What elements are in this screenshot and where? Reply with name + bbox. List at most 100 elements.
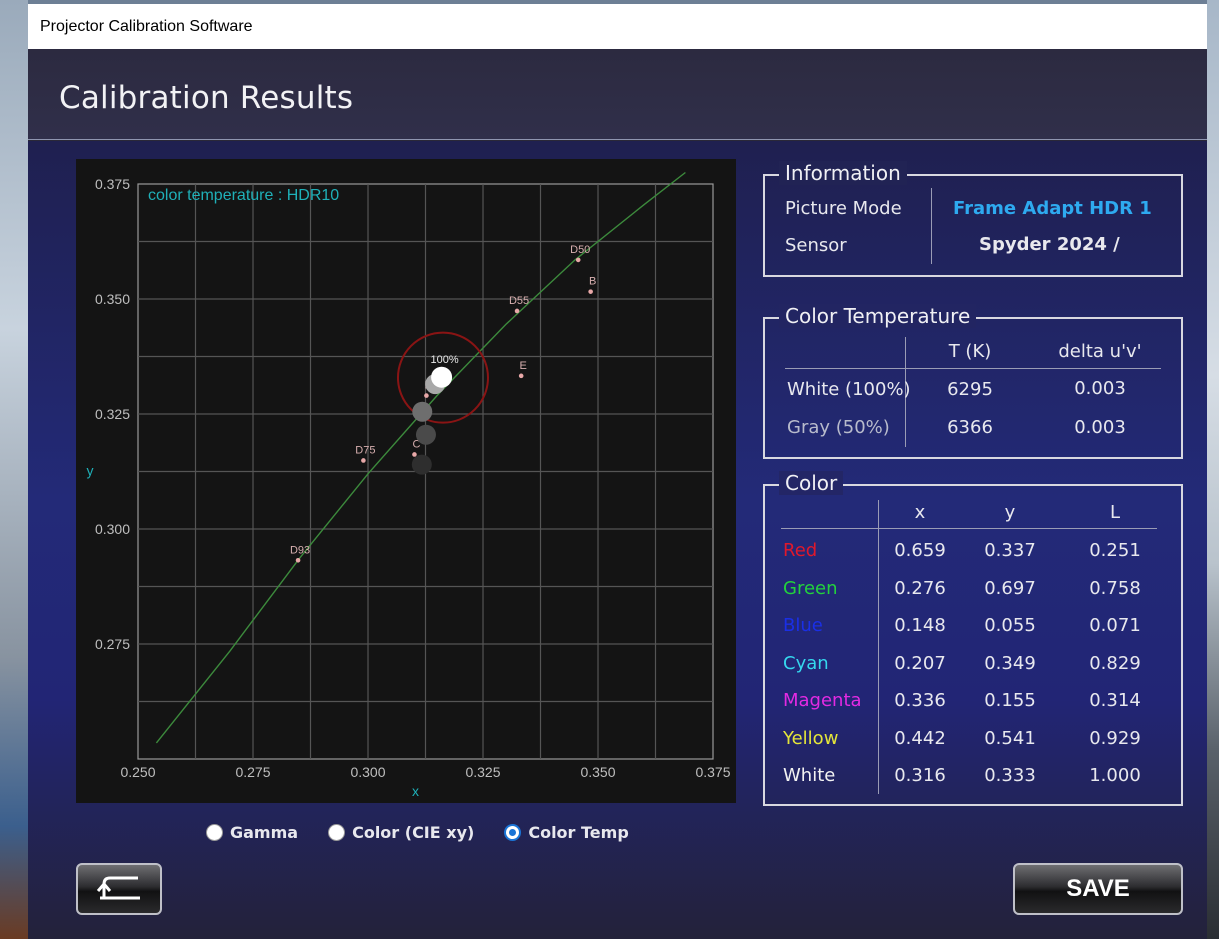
ct-row-t: 6295 <box>947 379 993 400</box>
y-tick-label: 0.300 <box>95 521 130 537</box>
measurement-point <box>431 366 453 388</box>
ct-row-label: White (100%) <box>787 379 911 400</box>
color-header-l: L <box>1109 502 1121 523</box>
reference-point-label: D55 <box>509 295 529 307</box>
radio-color-temp-indicator[interactable] <box>504 823 522 841</box>
x-tick-label: 0.250 <box>120 764 155 780</box>
desktop-background-right <box>1207 0 1219 939</box>
color-panel: Color x y L Red 0.659 0.337 0.251 Green 0.276… <box>763 471 1183 806</box>
color-row-label: Magenta <box>783 690 862 711</box>
color-temp-chart: 0.250 0.275 0.300 0.325 0.350 0.375 0.375 0.350… <box>76 159 736 803</box>
color-row-l: 1.000 <box>1089 765 1141 786</box>
color-row-y: 0.697 <box>984 577 1036 599</box>
ct-header-t: T (K) <box>948 341 992 362</box>
reference-point-label: D50 <box>570 244 590 256</box>
y-tick-label: 0.275 <box>95 636 130 652</box>
window-titlebar: Projector Calibration Software <box>28 4 1207 49</box>
window-title: Projector Calibration Software <box>40 18 253 35</box>
x-tick-label: 0.375 <box>695 764 730 780</box>
color-row-label: Cyan <box>783 652 829 674</box>
color-row-l: 0.929 <box>1089 727 1141 749</box>
color-row-label: Red <box>783 540 818 561</box>
radio-color-cie-xy-label: Color (CIE xy) <box>352 822 475 842</box>
page-title: Calibration Results <box>59 80 354 116</box>
radio-color-temp[interactable]: Color Temp <box>504 823 629 842</box>
chart-canvas: 0.250 0.275 0.300 0.325 0.350 0.375 0.375 0.350… <box>87 171 731 799</box>
picture-mode-value: Frame Adapt HDR 1 <box>953 198 1152 219</box>
color-row-label: White <box>783 765 836 786</box>
color-row-l: 0.829 <box>1089 652 1141 674</box>
x-tick-label: 0.275 <box>235 764 270 780</box>
color-row-y: 0.349 <box>984 652 1036 674</box>
page-header: Calibration Results <box>28 49 1207 140</box>
color-row-y: 0.155 <box>984 690 1036 711</box>
color-row-label: Green <box>783 577 838 599</box>
save-button[interactable]: SAVE <box>1013 863 1183 915</box>
y-axis-label: y <box>87 463 94 479</box>
color-temperature-title: Color Temperature <box>779 304 977 328</box>
color-column-divider <box>878 500 879 794</box>
sensor-label: Sensor <box>785 235 847 256</box>
radio-color-cie-xy-indicator[interactable] <box>328 823 346 841</box>
color-row-x: 0.148 <box>894 615 946 636</box>
radio-gamma[interactable]: Gamma <box>206 823 298 842</box>
measurement-point <box>411 454 432 475</box>
ct-row-t: 6366 <box>947 417 993 438</box>
reference-point <box>295 557 301 563</box>
reference-point-label: B <box>589 276 596 288</box>
color-row-y: 0.337 <box>984 540 1036 561</box>
ct-header-delta: delta u'v' <box>1058 341 1142 362</box>
color-row-l: 0.314 <box>1089 690 1141 711</box>
color-row-y: 0.333 <box>984 765 1036 786</box>
color-title: Color <box>779 471 844 495</box>
ct-row-delta: 0.003 <box>1074 417 1126 438</box>
color-row-x: 0.336 <box>894 690 946 711</box>
picture-mode-label: Picture Mode <box>785 198 902 219</box>
reference-point-label: D93 <box>290 544 310 556</box>
radio-gamma-indicator[interactable] <box>206 823 223 841</box>
information-panel: Information Picture Mode Frame Adapt HDR… <box>763 161 1183 277</box>
x-axis-label: x <box>412 783 419 799</box>
chart-overlay-label: color temperature : HDR10 <box>148 187 340 204</box>
sensor-value: Spyder 2024 / <box>979 234 1120 255</box>
reference-point <box>575 257 581 263</box>
measurement-label: 100% <box>431 354 459 366</box>
color-row-x: 0.316 <box>894 765 946 786</box>
color-row-l: 0.251 <box>1089 540 1141 561</box>
reference-point-label: E <box>520 360 527 372</box>
color-header-x: x <box>914 502 926 523</box>
reference-point <box>588 289 593 294</box>
color-row-label: Blue <box>783 615 823 636</box>
back-button[interactable] <box>76 863 162 915</box>
reference-point <box>514 308 520 314</box>
color-row-y: 0.541 <box>984 727 1036 749</box>
x-tick-label: 0.350 <box>580 764 615 780</box>
color-row-y: 0.055 <box>984 615 1036 636</box>
color-row-x: 0.659 <box>894 540 946 561</box>
ct-header-divider <box>785 368 1161 369</box>
view-options: Gamma Color (CIE xy) Color Temp <box>206 821 629 843</box>
y-tick-label: 0.325 <box>95 406 130 422</box>
measurement-point <box>415 424 436 445</box>
color-row-x: 0.207 <box>894 652 946 674</box>
reference-point <box>518 373 524 379</box>
measurement-point <box>412 401 433 422</box>
radio-color-cie-xy[interactable]: Color (CIE xy) <box>328 823 474 842</box>
desktop-background-left <box>0 0 28 939</box>
x-tick-label: 0.300 <box>350 764 385 780</box>
back-arrow-icon <box>96 876 140 900</box>
color-header-divider <box>781 528 1157 529</box>
color-row-x: 0.276 <box>894 577 946 599</box>
main-content: 0.250 0.275 0.300 0.325 0.350 0.375 0.375 0.350… <box>28 141 1207 939</box>
reference-point <box>361 458 366 463</box>
color-row-x: 0.442 <box>894 727 946 749</box>
information-title: Information <box>779 161 907 185</box>
app-window: Projector Calibration Software Calibrati… <box>28 4 1207 939</box>
reference-point <box>424 393 429 398</box>
color-temperature-panel: Color Temperature T (K) delta u'v' White… <box>763 304 1183 459</box>
ct-row-delta: 0.003 <box>1074 378 1126 399</box>
reference-point-label: D75 <box>355 444 375 456</box>
reference-point <box>412 452 417 457</box>
ct-row-label: Gray (50%) <box>787 417 890 438</box>
color-row-l: 0.758 <box>1089 577 1141 599</box>
